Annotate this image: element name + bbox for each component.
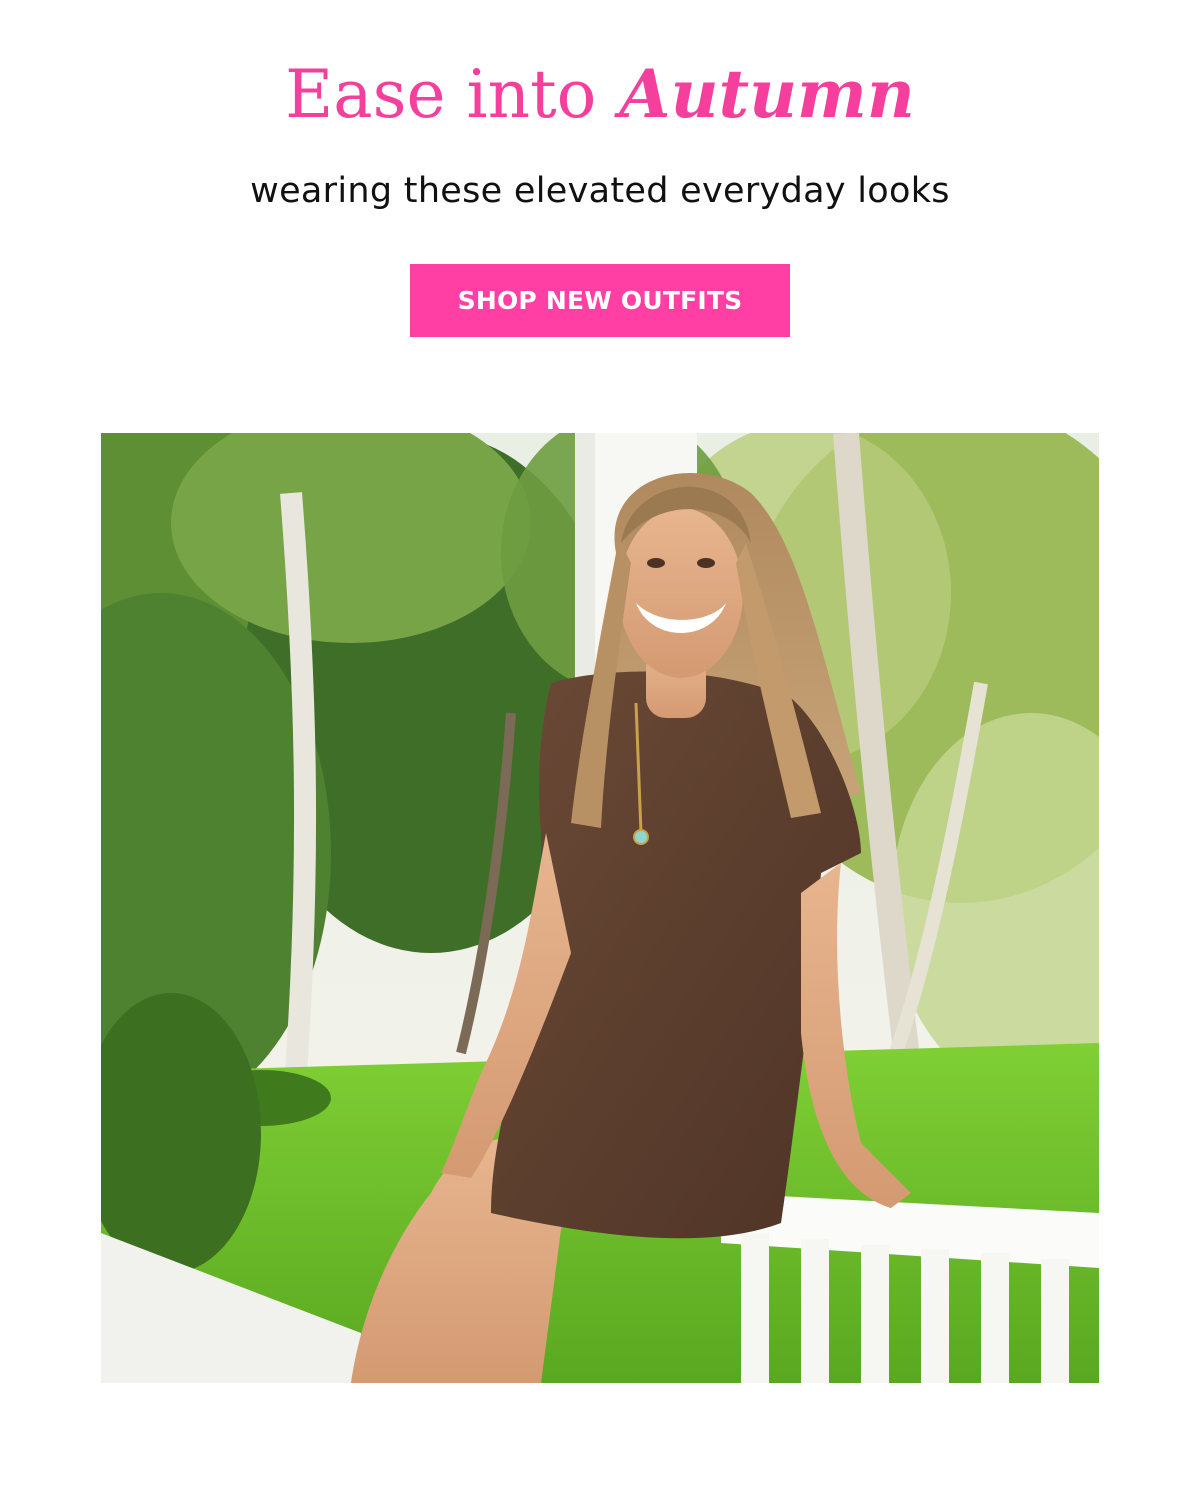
- lifestyle-photo-illustration: [101, 433, 1099, 1383]
- headline: Ease into Autumn: [0, 52, 1200, 137]
- headline-lead: Ease into: [285, 56, 597, 133]
- subheadline: wearing these elevated everyday looks: [250, 171, 950, 211]
- lifestyle-photo[interactable]: [101, 433, 1099, 1383]
- headline-accent: Autumn: [619, 55, 915, 133]
- shop-new-outfits-button[interactable]: SHOP NEW OUTFITS: [410, 264, 790, 337]
